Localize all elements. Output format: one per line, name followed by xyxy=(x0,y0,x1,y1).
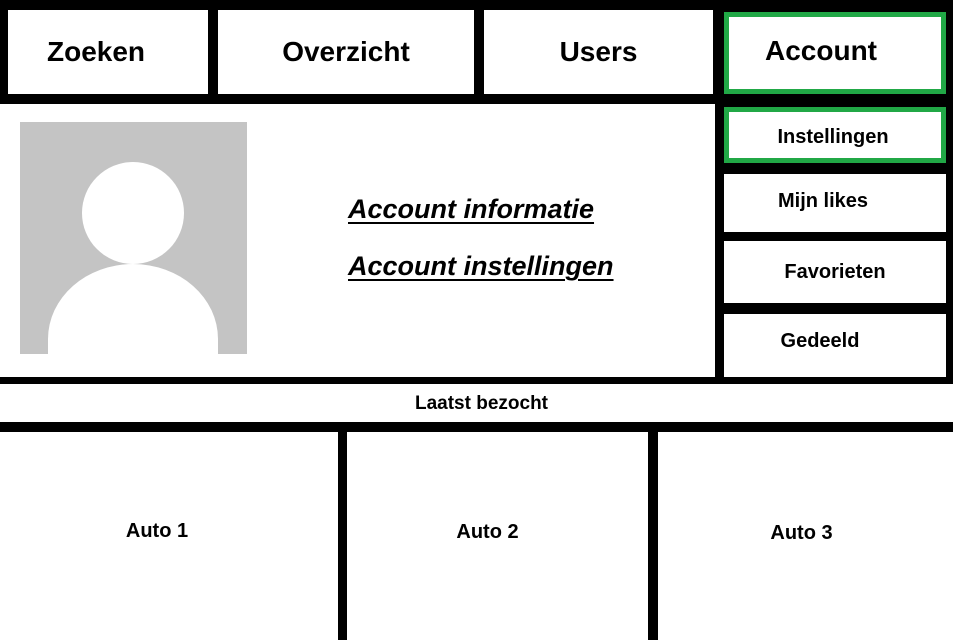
user-placeholder-icon xyxy=(20,122,247,354)
tab-zoeken[interactable]: Zoeken xyxy=(8,10,208,94)
tab-zoeken-label: Zoeken xyxy=(46,36,146,67)
side-item-favorieten-label: Favorieten xyxy=(784,260,886,283)
side-item-gedeeld[interactable]: Gedeeld xyxy=(724,314,946,377)
tab-overzicht[interactable]: Overzicht xyxy=(218,10,474,94)
tab-account[interactable]: Account xyxy=(724,12,946,94)
avatar-head xyxy=(82,162,184,264)
account-instellingen-link[interactable]: Account instellingen xyxy=(348,251,614,282)
recently-visited-header: Laatst bezocht xyxy=(0,384,953,422)
recent-car-1[interactable]: Auto 1 xyxy=(0,432,338,640)
tab-users-label: Users xyxy=(559,36,638,67)
side-item-favorieten[interactable]: Favorieten xyxy=(724,241,946,303)
side-item-instellingen[interactable]: Instellingen xyxy=(724,107,946,163)
side-item-mijn-likes[interactable]: Mijn likes xyxy=(724,174,946,232)
recent-car-2-label: Auto 2 xyxy=(456,520,519,543)
account-informatie-link[interactable]: Account informatie xyxy=(348,194,594,225)
side-item-gedeeld-label: Gedeeld xyxy=(780,330,860,352)
avatar-body xyxy=(48,264,218,354)
recently-visited-title: Laatst bezocht xyxy=(414,393,549,414)
tab-users[interactable]: Users xyxy=(484,10,713,94)
recent-car-1-label: Auto 1 xyxy=(125,519,189,542)
recent-car-2[interactable]: Auto 2 xyxy=(347,432,648,640)
tab-account-label: Account xyxy=(765,35,877,66)
tab-overzicht-label: Overzicht xyxy=(282,36,410,67)
recent-car-3-label: Auto 3 xyxy=(770,521,833,544)
account-panel: Account informatie Account instellingen xyxy=(0,104,715,377)
recent-car-3[interactable]: Auto 3 xyxy=(658,432,953,640)
side-item-instellingen-label: Instellingen xyxy=(777,125,889,148)
side-item-mijn-likes-label: Mijn likes xyxy=(777,189,869,212)
